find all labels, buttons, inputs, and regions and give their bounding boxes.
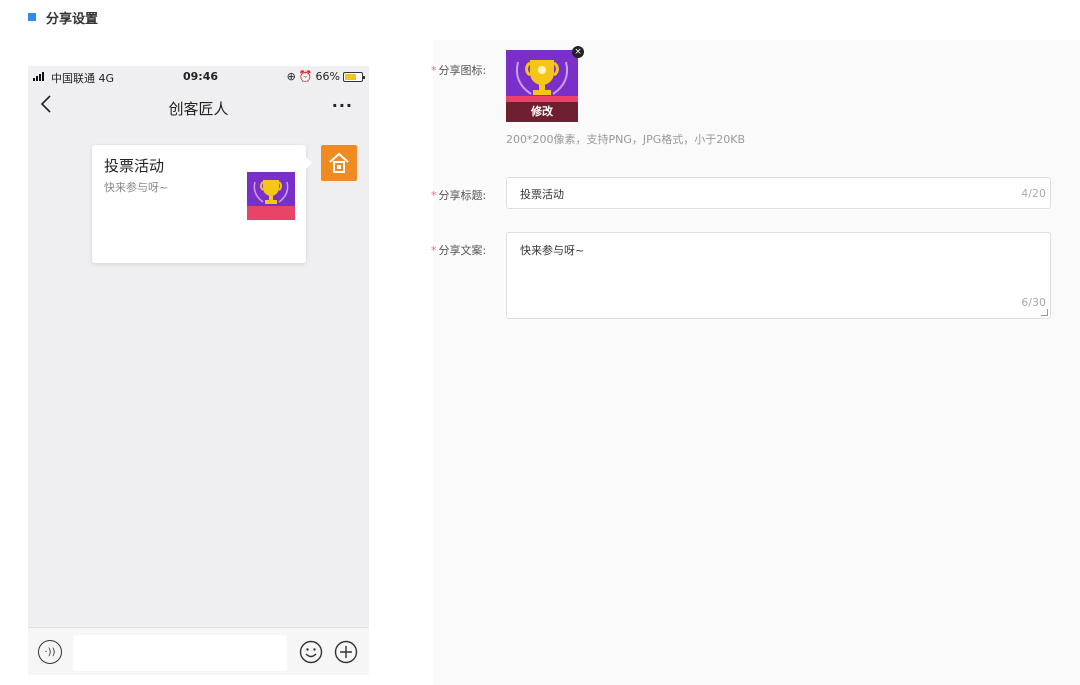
trophy-thumbnail-icon	[247, 172, 295, 220]
share-card-title: 投票活动	[104, 157, 165, 175]
battery-fill	[345, 73, 356, 80]
alarm-icon: ⏰	[298, 70, 313, 83]
carrier-label: 中国联通 4G	[51, 72, 115, 85]
chat-input-bar: ·))	[28, 627, 369, 675]
chat-title: 创客匠人	[168, 100, 229, 118]
share-icon-upload[interactable]: 修改 ×	[506, 46, 584, 122]
share-title-input[interactable]: 投票活动 4/20	[506, 177, 1051, 209]
message-input[interactable]	[73, 635, 287, 671]
share-title-label: * 分享标题:	[431, 189, 487, 202]
plus-circle-icon[interactable]	[334, 640, 358, 664]
phone-preview: 中国联通 4G 09:46 ⊕ ⏰ 66% 创客匠人 ··· 投票活动 快来参与…	[28, 66, 369, 675]
modify-icon-button[interactable]: 修改	[506, 102, 578, 122]
share-card[interactable]: 投票活动 快来参与呀~	[92, 145, 312, 263]
share-title-value: 投票活动	[520, 188, 564, 201]
status-time: 09:46	[183, 70, 219, 83]
share-desc-count: 6/30	[1021, 296, 1046, 309]
share-desc-textarea[interactable]: 快来参与呀~ 6/30	[506, 232, 1051, 319]
share-icon-label: * 分享图标:	[431, 64, 487, 77]
share-title-count: 4/20	[1021, 187, 1046, 200]
battery-percent: 66%	[315, 70, 340, 83]
resize-handle-icon[interactable]	[1041, 309, 1048, 316]
chat-navbar: 创客匠人 ···	[28, 94, 369, 122]
more-icon[interactable]: ···	[332, 96, 353, 115]
section-title: 分享设置	[46, 11, 99, 27]
share-card-desc: 快来参与呀~	[104, 181, 169, 194]
section-header: 分享设置	[28, 8, 99, 27]
section-marker	[28, 13, 36, 21]
close-icon[interactable]: ×	[572, 46, 584, 58]
location-icon: ⊕	[286, 70, 296, 83]
share-desc-label: * 分享文案:	[431, 244, 487, 257]
voice-icon[interactable]: ·))	[38, 640, 62, 664]
status-bar: 中国联通 4G 09:46 ⊕ ⏰ 66%	[28, 66, 369, 88]
battery-icon	[343, 71, 365, 82]
emoji-icon[interactable]	[299, 640, 323, 664]
signal-icon	[33, 72, 44, 81]
share-desc-value: 快来参与呀~	[520, 244, 585, 257]
app-avatar-icon[interactable]	[321, 145, 357, 181]
share-icon-hint: 200*200像素，支持PNG，JPG格式，小于20KB	[506, 133, 746, 146]
